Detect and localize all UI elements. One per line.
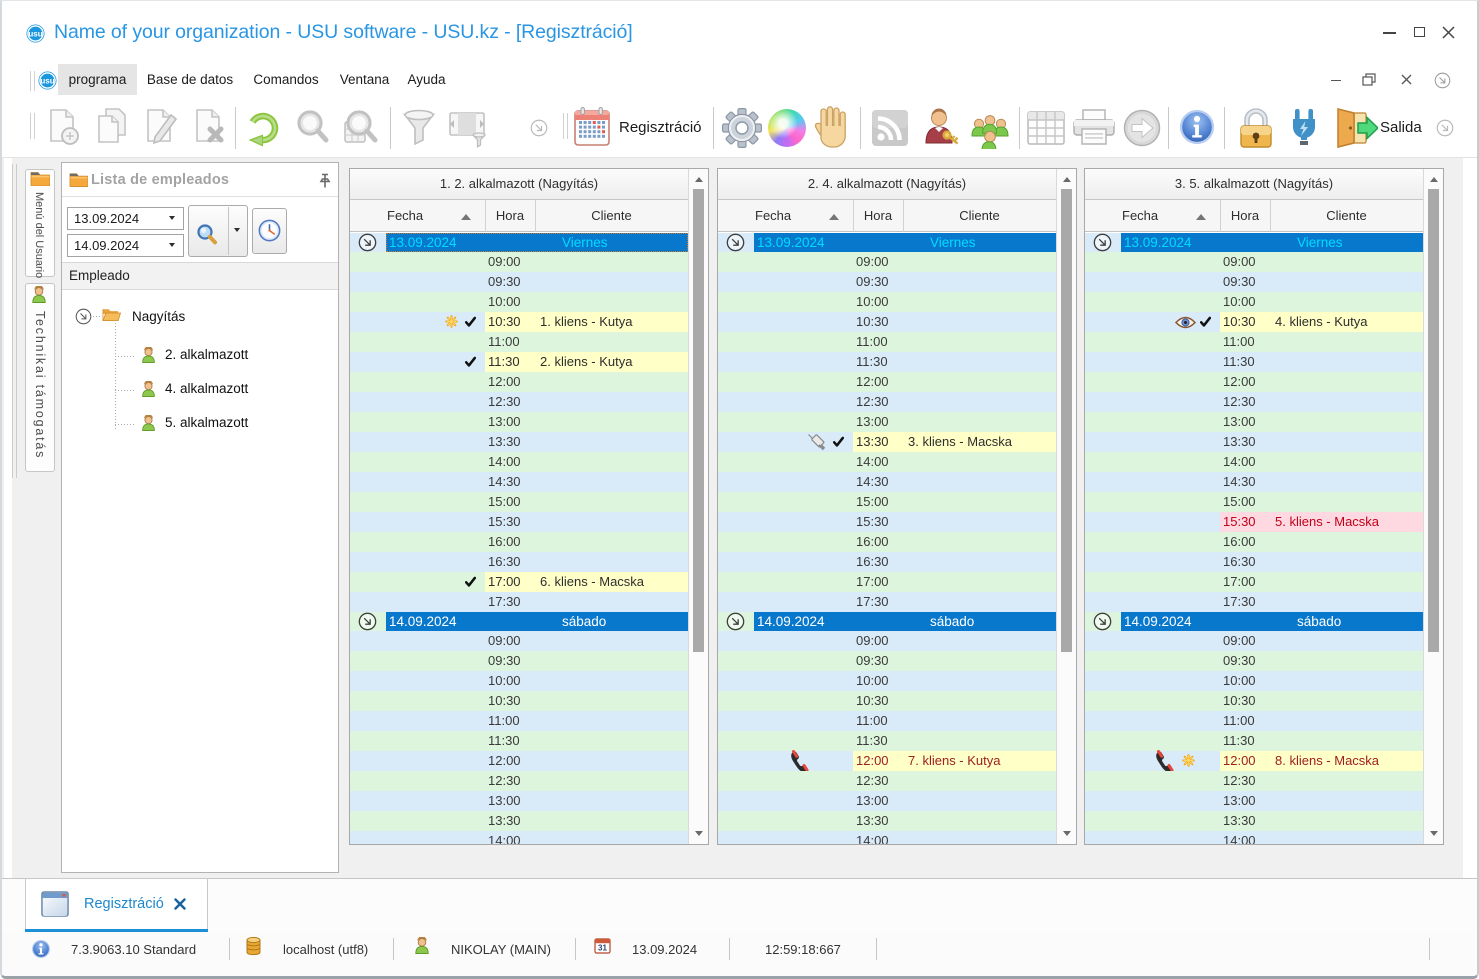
svg-text:31: 31 [598, 943, 607, 952]
svg-text:usu: usu [28, 30, 42, 39]
svg-text:usu: usu [40, 77, 54, 86]
